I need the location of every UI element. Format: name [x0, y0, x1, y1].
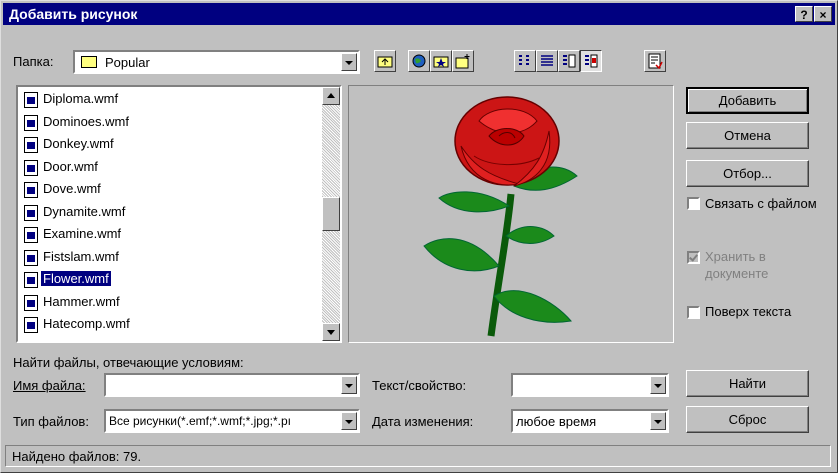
details-view-button[interactable]: [536, 50, 558, 72]
filetype-label: Тип файлов:: [13, 414, 89, 429]
wmf-file-icon: [24, 317, 38, 333]
properties-view-icon: [563, 54, 576, 68]
folder-dropdown-button[interactable]: [341, 53, 357, 71]
folder-label: Папка:: [13, 54, 54, 69]
favorites-button[interactable]: [430, 50, 452, 72]
filename-label: Имя файла:: [13, 378, 86, 393]
list-item[interactable]: Diploma.wmf: [22, 89, 322, 111]
wmf-file-icon: [24, 294, 38, 311]
list-item[interactable]: Hammer.wmf: [22, 292, 322, 314]
link-to-file-checkbox[interactable]: [687, 197, 700, 210]
preview-view-button[interactable]: [580, 50, 602, 72]
file-list-scrollbar[interactable]: [322, 87, 340, 341]
wmf-file-icon: [24, 249, 38, 266]
list-item[interactable]: Flower.wmf: [22, 269, 322, 291]
link-to-file-label: Связать с файлом: [705, 196, 817, 211]
rose-image: [423, 96, 578, 337]
wmf-file-icon: [24, 182, 38, 198]
file-name: Donkey.wmf: [43, 136, 114, 151]
close-button[interactable]: ×: [814, 6, 832, 22]
add-button[interactable]: Добавить: [686, 87, 809, 114]
wmf-file-icon: [24, 204, 38, 221]
up-folder-icon: [377, 56, 393, 68]
list-item[interactable]: Fistslam.wmf: [22, 247, 322, 269]
file-name: Dominoes.wmf: [43, 113, 129, 129]
preview-pane: [348, 85, 674, 343]
up-folder-button[interactable]: [374, 50, 396, 72]
file-name: Fistslam.wmf: [43, 248, 119, 264]
filename-dropdown-button[interactable]: [341, 376, 357, 394]
file-name: Examine.wmf: [43, 226, 122, 241]
wmf-file-icon: [24, 137, 38, 153]
new-folder-button[interactable]: [452, 50, 474, 72]
window-title: Добавить рисунок: [9, 6, 138, 22]
help-button[interactable]: ?: [795, 6, 813, 22]
list-item[interactable]: Dynamite.wmf: [22, 202, 322, 224]
date-modified-combo[interactable]: любое время: [511, 409, 669, 433]
file-name: Door.wmf: [43, 158, 98, 174]
file-name: Hammer.wmf: [43, 293, 120, 309]
over-text-checkbox[interactable]: [687, 306, 700, 319]
scroll-up-button[interactable]: [322, 87, 340, 105]
save-in-document-label-1: Хранить в: [705, 249, 766, 264]
properties-view-button[interactable]: [558, 50, 580, 72]
title-bar: Добавить рисунок ? ×: [3, 3, 835, 25]
file-name: Dove.wmf: [43, 181, 101, 196]
filter-button[interactable]: Отбор...: [686, 160, 809, 187]
folder-combo[interactable]: Popular: [73, 50, 360, 74]
save-in-document-label-2: документе: [705, 266, 769, 281]
insert-picture-dialog: Добавить рисунок ? × Папка: Popular Dipl…: [0, 0, 838, 473]
wmf-file-icon: [24, 272, 38, 288]
commands-button[interactable]: [644, 50, 666, 72]
date-modified-value: любое время: [516, 414, 597, 429]
date-modified-label: Дата изменения:: [372, 414, 474, 429]
scroll-thumb[interactable]: [322, 197, 340, 231]
status-text: Найдено файлов: 79.: [12, 449, 142, 464]
status-bar: Найдено файлов: 79.: [5, 445, 831, 467]
text-property-dropdown-button[interactable]: [650, 376, 666, 394]
file-list[interactable]: Diploma.wmf Dominoes.wmf Donkey.wmf Door.wm…: [16, 85, 342, 343]
folder-value: Popular: [105, 55, 150, 70]
list-item[interactable]: Examine.wmf: [22, 224, 322, 246]
list-item[interactable]: Dove.wmf: [22, 179, 322, 201]
internet-button[interactable]: [408, 50, 430, 72]
wmf-file-icon: [24, 227, 38, 243]
filetype-value: Все рисунки(*.emf;*.wmf;*.jpg;*.pı: [109, 414, 292, 428]
favorites-icon: [433, 56, 449, 68]
text-property-combo[interactable]: [511, 373, 669, 397]
text-property-label: Текст/свойство:: [372, 378, 467, 393]
wmf-file-icon: [24, 92, 38, 108]
internet-icon: [412, 54, 426, 68]
cancel-button[interactable]: Отмена: [686, 122, 809, 149]
file-name: Flower.wmf: [41, 271, 111, 286]
preview-view-icon: [585, 54, 598, 68]
list-item[interactable]: Door.wmf: [22, 157, 322, 179]
file-name: Hatecomp.wmf: [43, 316, 130, 331]
reset-button[interactable]: Сброс: [686, 406, 809, 433]
wmf-file-icon: [24, 114, 38, 131]
over-text-label: Поверх текста: [705, 304, 792, 319]
folder-icon: [81, 56, 97, 68]
save-in-document-checkbox: [687, 251, 700, 264]
list-item[interactable]: Hatecomp.wmf: [22, 314, 322, 336]
commands-icon: [648, 53, 663, 69]
file-name: Dynamite.wmf: [43, 203, 126, 219]
details-view-icon: [541, 55, 553, 66]
wmf-file-icon: [24, 159, 38, 176]
list-item[interactable]: Dominoes.wmf: [22, 112, 322, 134]
list-item[interactable]: Donkey.wmf: [22, 134, 322, 156]
filename-combo[interactable]: [104, 373, 360, 397]
search-heading: Найти файлы, отвечающие условиям:: [13, 355, 244, 370]
scroll-down-button[interactable]: [322, 323, 340, 341]
find-button[interactable]: Найти: [686, 370, 809, 397]
file-name: Diploma.wmf: [43, 91, 119, 106]
filetype-combo[interactable]: Все рисунки(*.emf;*.wmf;*.jpg;*.pı: [104, 409, 360, 433]
filetype-dropdown-button[interactable]: [341, 412, 357, 430]
list-view-icon: [519, 55, 529, 65]
new-folder-icon: [455, 54, 470, 69]
date-modified-dropdown-button[interactable]: [650, 412, 666, 430]
list-view-button[interactable]: [514, 50, 536, 72]
